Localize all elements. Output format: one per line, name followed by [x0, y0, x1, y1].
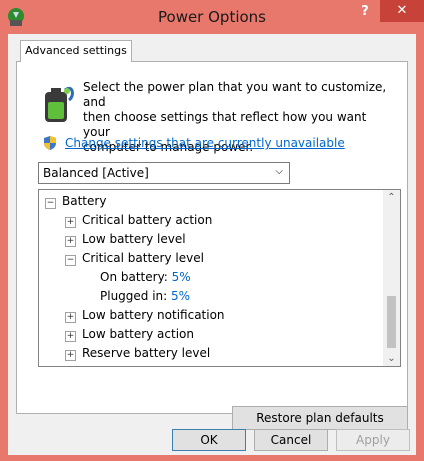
uac-shield-icon — [44, 136, 56, 150]
tree-item-label: Critical battery level — [82, 251, 204, 265]
expand-icon[interactable]: + — [65, 217, 76, 228]
tree-item-label: Low battery level — [82, 232, 186, 246]
power-plan-value: Balanced [Active] — [43, 166, 149, 180]
tree-scrollbar[interactable]: ⌃ ⌄ — [383, 190, 400, 366]
power-options-window: Power Options ? ✕ Advanced settings Sele… — [0, 0, 424, 461]
scroll-up-icon[interactable]: ⌃ — [383, 192, 400, 203]
tree-item-label: Low battery action — [82, 327, 194, 341]
collapse-icon[interactable]: − — [45, 198, 56, 209]
dialog-body: Advanced settings Select the power plan … — [8, 34, 416, 455]
expand-icon[interactable]: + — [65, 312, 76, 323]
expand-icon[interactable]: + — [65, 236, 76, 247]
chevron-down-icon: ⌵ — [275, 166, 283, 177]
battery-icon — [45, 86, 74, 122]
scroll-down-icon[interactable]: ⌄ — [383, 353, 400, 364]
tree-item-battery[interactable]: − Battery — [45, 192, 106, 210]
tree-item-critical-battery-level[interactable]: − Critical battery level — [65, 249, 204, 267]
apply-button[interactable]: Apply — [336, 429, 410, 451]
tree-item-label: Reserve battery level — [82, 346, 211, 360]
expand-icon[interactable]: + — [65, 350, 76, 361]
setting-plugged-in[interactable]: Plugged in: 5% — [100, 287, 190, 305]
expand-icon[interactable]: + — [65, 331, 76, 342]
change-settings-link[interactable]: Change settings that are currently unava… — [65, 136, 345, 150]
tree-item-label: Low battery notification — [82, 308, 225, 322]
help-button[interactable]: ? — [352, 2, 378, 24]
setting-label: On battery: — [100, 270, 168, 284]
on-battery-value[interactable]: 5% — [172, 270, 191, 284]
tree-item-low-battery-action[interactable]: + Low battery action — [65, 325, 194, 343]
collapse-icon[interactable]: − — [65, 255, 76, 266]
close-button[interactable]: ✕ — [380, 0, 424, 22]
tree-item-low-battery-level[interactable]: + Low battery level — [65, 230, 186, 248]
title-bar[interactable]: Power Options ? ✕ — [0, 0, 424, 36]
tree-item-reserve-battery-level[interactable]: + Reserve battery level — [65, 344, 210, 362]
cancel-button[interactable]: Cancel — [254, 429, 328, 451]
tree-item-label: Battery — [62, 194, 107, 208]
setting-label: Plugged in: — [100, 289, 168, 303]
restore-plan-defaults-button[interactable]: Restore plan defaults — [232, 406, 408, 430]
plugged-in-value[interactable]: 5% — [171, 289, 190, 303]
ok-button[interactable]: OK — [172, 429, 246, 451]
settings-tree[interactable]: − Battery + Critical battery action + Low b… — [38, 189, 401, 367]
tab-advanced-settings[interactable]: Advanced settings — [20, 40, 132, 62]
setting-on-battery[interactable]: On battery: 5% — [100, 268, 191, 286]
tree-item-low-battery-notification[interactable]: + Low battery notification — [65, 306, 225, 324]
power-plan-select[interactable]: Balanced [Active] ⌵ — [38, 162, 290, 184]
scroll-thumb[interactable] — [387, 296, 396, 348]
tree-item-label: Critical battery action — [82, 213, 213, 227]
tab-panel: Select the power plan that you want to c… — [16, 61, 408, 430]
tree-item-critical-battery-action[interactable]: + Critical battery action — [65, 211, 212, 229]
